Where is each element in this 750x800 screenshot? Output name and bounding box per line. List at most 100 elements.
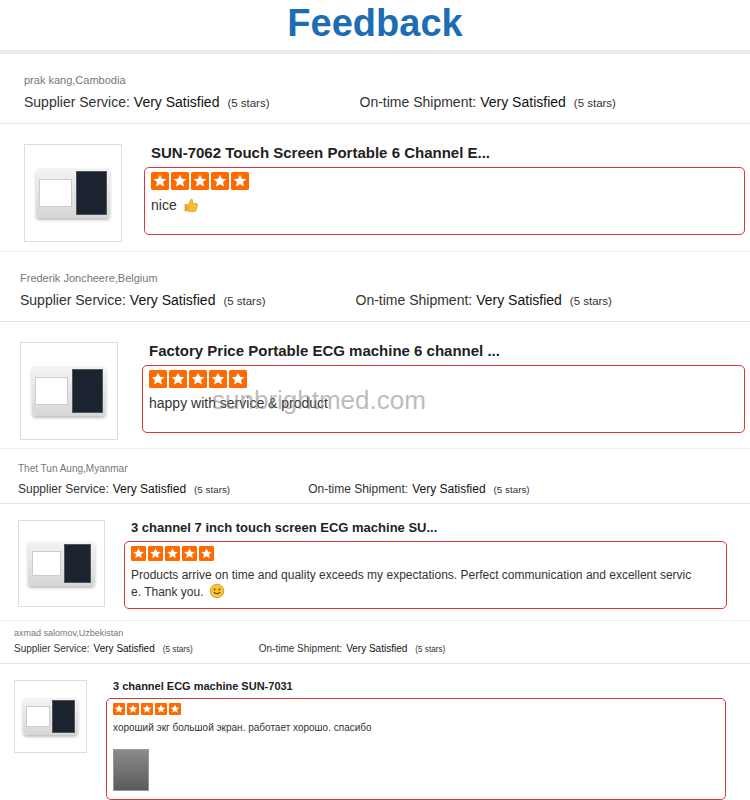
paper-tray-icon <box>26 706 50 727</box>
review-header: Thet Tun Aung,MyanmarSupplier Service:Ve… <box>0 449 750 504</box>
review-card: Frederik Joncheere,BelgiumSupplier Servi… <box>0 252 750 449</box>
screen-icon <box>52 700 75 733</box>
product-title[interactable]: 3 channel ECG machine SUN-7031 <box>106 680 726 692</box>
review-card: Thet Tun Aung,MyanmarSupplier Service:Ve… <box>0 449 750 621</box>
reviewer-name: axmad salomov,Uzbekistan <box>14 628 742 638</box>
product-title[interactable]: 3 channel 7 inch touch screen ECG machin… <box>124 520 727 535</box>
star-icon <box>149 370 167 388</box>
rating-label: On-time Shipment: <box>308 482 408 496</box>
rating-stars-text: (5 stars) <box>223 295 265 307</box>
screen-icon <box>72 369 102 413</box>
product-thumbnail[interactable] <box>14 680 87 753</box>
star-icon <box>211 172 229 190</box>
rating-label: Supplier Service: <box>24 94 130 110</box>
product-thumbnail[interactable] <box>20 342 118 440</box>
paper-tray-icon <box>32 551 61 575</box>
rating-stars-text: (5 stars) <box>163 645 193 654</box>
rating-value: Very Satisfied <box>134 94 220 110</box>
ecg-device-icon <box>23 698 78 735</box>
reviewer-name: prak kang,Cambodia <box>24 74 742 86</box>
paper-tray-icon <box>35 377 68 404</box>
rating-value: Very Satisfied <box>480 94 566 110</box>
star-icon <box>189 370 207 388</box>
star-rating <box>151 172 738 190</box>
review-photo[interactable] <box>113 749 149 791</box>
rating-value: Very Satisfied <box>476 292 562 308</box>
rating-stars-text: (5 stars) <box>574 97 616 109</box>
screen-icon <box>64 544 91 583</box>
rating-label: On-time Shipment: <box>360 94 477 110</box>
star-icon <box>155 703 167 715</box>
star-icon <box>131 546 146 561</box>
star-rating <box>149 370 738 388</box>
reviewer-name: Frederik Joncheere,Belgium <box>20 272 742 284</box>
rating-row: Supplier Service:Very Satisfied(5 stars)… <box>24 94 742 110</box>
comment-text: happy with service & product <box>149 394 738 413</box>
star-rating <box>113 703 719 715</box>
review-card: prak kang,CambodiaSupplier Service:Very … <box>0 54 750 252</box>
rating-row: Supplier Service:Very Satisfied(5 stars)… <box>20 292 742 308</box>
product-thumbnail[interactable] <box>18 520 105 607</box>
star-icon <box>182 546 197 561</box>
product-row: Factory Price Portable ECG machine 6 cha… <box>0 322 750 449</box>
product-main: SUN-7062 Touch Screen Portable 6 Channel… <box>144 144 745 235</box>
rating-item: Supplier Service:Very Satisfied(5 stars) <box>18 482 230 496</box>
product-main: Factory Price Portable ECG machine 6 cha… <box>142 342 745 433</box>
page-header: Feedback <box>0 0 750 54</box>
product-row: 3 channel 7 inch touch screen ECG machin… <box>0 504 750 621</box>
product-title[interactable]: Factory Price Portable ECG machine 6 cha… <box>142 342 745 359</box>
star-rating <box>131 546 720 561</box>
rating-value: Very Satisfied <box>113 482 186 496</box>
thumbs-up-icon <box>183 197 199 213</box>
star-icon <box>148 546 163 561</box>
star-icon <box>169 370 187 388</box>
rating-item: On-time Shipment:Very Satisfied(5 stars) <box>308 482 529 496</box>
product-main: 3 channel ECG machine SUN-7031 хороший эк… <box>106 680 726 800</box>
rating-stars-text: (5 stars) <box>227 97 269 109</box>
comment-text: nice <box>151 196 738 215</box>
review-header: axmad salomov,Uzbekistan Supplier Service… <box>0 621 750 664</box>
star-icon <box>199 546 214 561</box>
product-row: 3 channel ECG machine SUN-7031 хороший эк… <box>0 664 750 800</box>
reviewer-name: Thet Tun Aung,Myanmar <box>18 463 742 474</box>
ecg-device-icon <box>28 541 94 585</box>
product-main: 3 channel 7 inch touch screen ECG machin… <box>124 520 727 609</box>
star-icon <box>169 703 181 715</box>
rating-item: Supplier Service:Very Satisfied(5 stars) <box>20 292 266 308</box>
rating-stars-text: (5 stars) <box>194 484 230 495</box>
rating-value: Very Satisfied <box>346 643 407 654</box>
rating-stars-text: (5 stars) <box>415 645 445 654</box>
star-icon <box>165 546 180 561</box>
ecg-device-icon <box>36 168 111 218</box>
comment-text: Products arrive on time and quality exce… <box>131 567 720 600</box>
paper-tray-icon <box>39 179 72 206</box>
rating-stars-text: (5 stars) <box>570 295 612 307</box>
rating-row: Supplier Service:Very Satisfied(5 stars)… <box>14 643 742 654</box>
product-title[interactable]: SUN-7062 Touch Screen Portable 6 Channel… <box>144 144 745 161</box>
product-row: SUN-7062 Touch Screen Portable 6 Channel… <box>0 124 750 252</box>
page-title: Feedback <box>287 0 462 46</box>
review-header: prak kang,CambodiaSupplier Service:Very … <box>0 54 750 124</box>
star-icon <box>113 703 125 715</box>
rating-stars-text: (5 stars) <box>494 484 530 495</box>
star-icon <box>209 370 227 388</box>
star-icon <box>231 172 249 190</box>
rating-item: Supplier Service:Very Satisfied (5 stars) <box>24 94 270 110</box>
star-icon <box>127 703 139 715</box>
rating-item: On-time Shipment: Very Satisfied (5 stars) <box>259 643 446 654</box>
star-icon <box>171 172 189 190</box>
smiley-icon <box>209 583 225 599</box>
rating-value: Very Satisfied <box>130 292 216 308</box>
ecg-device-icon <box>32 366 107 416</box>
feedback-page: Feedback prak kang,Cambodia Supplier Servi… <box>0 0 750 800</box>
rating-label: On-time Shipment: <box>259 643 342 654</box>
review-header: Frederik Joncheere,BelgiumSupplier Servi… <box>0 252 750 322</box>
rating-label: On-time Shipment: <box>356 292 473 308</box>
rating-row: Supplier Service:Very Satisfied(5 stars)… <box>18 482 742 496</box>
rating-item: Supplier Service:Very Satisfied(5 stars) <box>14 643 193 654</box>
comment-box: Products arrive on time and quality exce… <box>124 541 727 609</box>
rating-item: On-time Shipment:Very Satisfied (5 stars) <box>360 94 616 110</box>
comment-box: хороший экг большой экран. работает хоро… <box>106 698 726 800</box>
product-thumbnail[interactable] <box>24 144 122 242</box>
rating-label: Supplier Service: <box>14 643 90 654</box>
